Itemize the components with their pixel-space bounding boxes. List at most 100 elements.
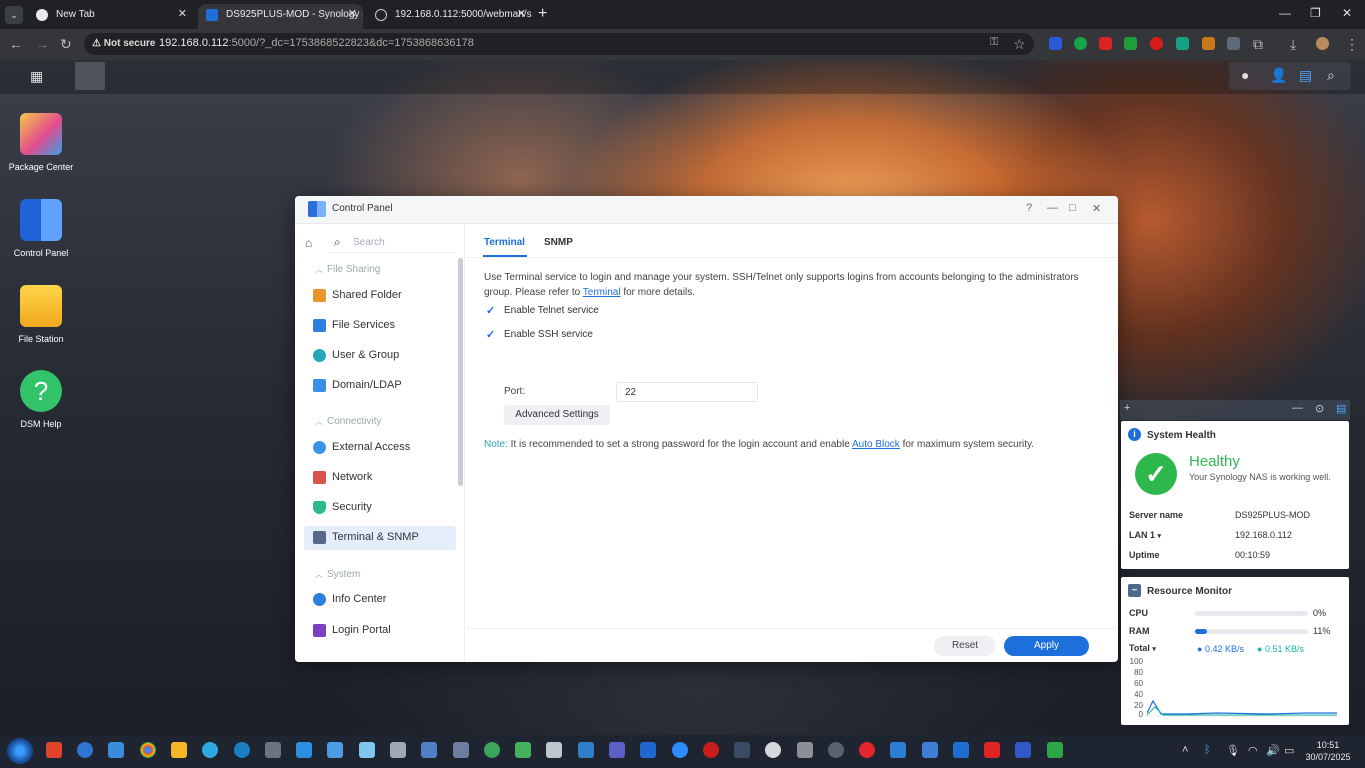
not-secure-badge[interactable]: ⚠ Not secure — [92, 38, 155, 49]
sidebar-item-user-group[interactable]: User & Group — [304, 344, 456, 368]
start-button[interactable] — [7, 738, 33, 764]
download-ext-icon[interactable] — [1124, 37, 1137, 50]
app-icon[interactable] — [108, 742, 124, 758]
home-icon[interactable]: ⌂ — [305, 236, 312, 250]
teams-icon[interactable] — [609, 742, 625, 758]
terminal-help-link[interactable]: Terminal — [583, 287, 621, 298]
download-icon[interactable]: ⤓ — [1290, 36, 1296, 53]
app-icon[interactable] — [202, 742, 218, 758]
app-icon[interactable] — [734, 742, 750, 758]
extension-green-icon[interactable] — [1176, 37, 1189, 50]
lan-label[interactable]: LAN 1 ▾ — [1129, 530, 1161, 540]
search-input[interactable]: ⌕ Search — [328, 233, 456, 253]
section-system[interactable]: ︿ System — [315, 569, 360, 580]
close-icon[interactable]: ✕ — [1092, 202, 1101, 215]
sidebar-item-domain-ldap[interactable]: Domain/LDAP — [304, 374, 456, 398]
zoom-icon[interactable] — [672, 742, 688, 758]
tab-new-tab[interactable]: New Tab ✕ — [28, 4, 193, 29]
advanced-settings-button[interactable]: Advanced Settings — [504, 405, 610, 425]
app-icon[interactable] — [546, 742, 562, 758]
app-icon[interactable] — [327, 742, 343, 758]
notifications-icon[interactable]: ● — [1241, 67, 1249, 83]
battery-icon[interactable]: ▭ — [1284, 744, 1294, 757]
app-icon[interactable] — [390, 742, 406, 758]
tab-webman[interactable]: 192.168.0.112:5000/webman/s ✕ — [367, 4, 532, 29]
app-icon[interactable] — [234, 742, 250, 758]
app-icon[interactable] — [890, 742, 906, 758]
grammarly-icon[interactable] — [1074, 37, 1087, 50]
extensions-puzzle-icon[interactable]: ⧉ — [1253, 36, 1263, 53]
sidebar-item-info-center[interactable]: Info Center — [304, 588, 456, 612]
app-icon[interactable] — [1047, 742, 1063, 758]
close-icon[interactable]: ✕ — [178, 4, 187, 25]
app-icon[interactable] — [1015, 742, 1031, 758]
close-window-icon[interactable]: ✕ — [1342, 6, 1352, 20]
reset-button[interactable]: Reset — [934, 636, 996, 656]
sidebar-scrollbar[interactable] — [458, 258, 463, 486]
desktop-package-center[interactable]: Package Center — [6, 113, 76, 173]
restore-icon[interactable]: ❐ — [1310, 6, 1321, 20]
app-icon[interactable] — [453, 742, 469, 758]
minimize-widget-icon[interactable]: — — [1292, 402, 1303, 414]
sidebar-item-network[interactable]: Network — [304, 466, 456, 490]
minimize-icon[interactable]: — — [1279, 6, 1291, 20]
sidebar-item-file-services[interactable]: File Services — [304, 314, 456, 338]
sidebar-item-external-access[interactable]: External Access — [304, 436, 456, 460]
user-icon[interactable]: 👤 — [1270, 67, 1287, 84]
profile-avatar[interactable] — [1316, 37, 1329, 50]
sidebar-item-security[interactable]: Security — [304, 496, 456, 520]
app-icon[interactable] — [265, 742, 281, 758]
address-bar[interactable]: ⚠ Not secure 192.168.0.112:5000/?_dc=175… — [84, 33, 1034, 55]
new-tab-button[interactable]: + — [538, 5, 547, 23]
app-icon[interactable] — [640, 742, 656, 758]
calculator-icon[interactable] — [922, 742, 938, 758]
adblock-icon[interactable] — [1099, 37, 1112, 50]
desktop-file-station[interactable]: File Station — [6, 285, 76, 345]
chrome-icon[interactable] — [140, 742, 156, 758]
app-icon[interactable] — [797, 742, 813, 758]
volume-icon[interactable]: 🔊 — [1266, 744, 1280, 757]
app-icon[interactable] — [703, 742, 719, 758]
close-icon[interactable]: ✕ — [517, 4, 526, 25]
app-icon[interactable] — [953, 742, 969, 758]
back-icon[interactable]: ← — [9, 36, 23, 52]
sidebar-item-terminal-snmp[interactable]: Terminal & SNMP — [304, 526, 456, 550]
tab-snmp[interactable]: SNMP — [544, 237, 573, 248]
port-input[interactable]: 22 — [616, 382, 758, 402]
opera-icon[interactable] — [859, 742, 875, 758]
chevron-up-icon[interactable]: ˄ — [1182, 744, 1188, 756]
telnet-checkbox[interactable]: ✓ — [486, 304, 498, 317]
close-icon[interactable]: ✕ — [348, 4, 357, 25]
search-icon[interactable]: ⌕ — [1327, 67, 1335, 84]
window-title-bar[interactable]: Control Panel ? — □ ✕ — [295, 196, 1118, 224]
app-icon[interactable] — [421, 742, 437, 758]
app-icon[interactable] — [296, 742, 312, 758]
minimize-icon[interactable]: — — [1047, 202, 1058, 214]
app-icon[interactable] — [765, 742, 781, 758]
app-icon[interactable] — [359, 742, 375, 758]
sidebar-item-shared-folder[interactable]: Shared Folder — [304, 284, 456, 308]
maximize-icon[interactable]: □ — [1069, 202, 1076, 214]
apply-button[interactable]: Apply — [1004, 636, 1089, 656]
sidebar-item-login-portal[interactable]: Login Portal — [304, 619, 456, 643]
app-icon[interactable] — [984, 742, 1000, 758]
taskbar-clock[interactable]: 10:51 30/07/2025 — [1304, 739, 1352, 763]
tab-dsm[interactable]: DS925PLUS-MOD - Synology N ✕ — [198, 4, 363, 29]
forward-icon[interactable]: → — [35, 36, 49, 52]
auto-block-link[interactable]: Auto Block — [852, 439, 900, 450]
tab-terminal[interactable]: Terminal — [484, 237, 525, 248]
app-icon[interactable] — [77, 742, 93, 758]
extension-red-icon[interactable] — [1150, 37, 1163, 50]
wifi-icon[interactable]: ◠ — [1248, 744, 1258, 757]
app-icon[interactable] — [484, 742, 500, 758]
microphone-icon[interactable]: 🎙 — [1226, 744, 1240, 757]
help-icon[interactable]: ? — [1026, 202, 1032, 214]
extension-icon[interactable] — [1049, 37, 1062, 50]
file-explorer-icon[interactable] — [171, 742, 187, 758]
app-icon[interactable] — [828, 742, 844, 758]
bluetooth-icon[interactable]: ᛒ — [1204, 744, 1211, 756]
widgets-icon[interactable]: ▤ — [1299, 67, 1312, 84]
taskbar-control-panel[interactable] — [75, 62, 105, 90]
extension-gray-icon[interactable] — [1227, 37, 1240, 50]
desktop-dsm-help[interactable]: ? DSM Help — [6, 370, 76, 430]
